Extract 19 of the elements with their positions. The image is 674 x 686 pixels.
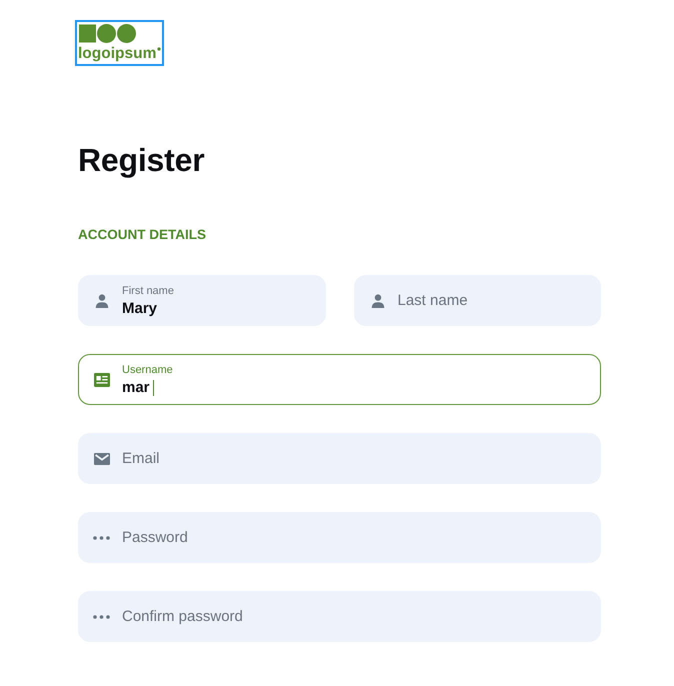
- dots-icon: [93, 536, 110, 540]
- envelope-icon: [94, 452, 110, 464]
- username-field[interactable]: Username mar: [78, 354, 601, 405]
- name-field[interactable]: First name Mary: [78, 275, 326, 326]
- id-card-icon: [94, 372, 110, 386]
- dots-icon: [93, 614, 110, 618]
- person-icon: [95, 294, 109, 308]
- logo-text: logoipsum: [78, 45, 156, 63]
- person-icon: [370, 294, 384, 308]
- password-field[interactable]: Confirm password: [78, 591, 601, 642]
- registered-mark-icon: [157, 47, 162, 51]
- section-title: ACCOUNT DETAILS: [78, 227, 206, 243]
- logo-shapes-icon: [79, 24, 136, 43]
- text-cursor: [152, 380, 154, 396]
- page-heading: Register: [78, 143, 204, 177]
- name-field[interactable]: Last name: [354, 275, 601, 326]
- logo[interactable]: logoipsum: [75, 20, 164, 66]
- email-field[interactable]: Email: [78, 433, 601, 484]
- password-field[interactable]: Password: [78, 512, 601, 563]
